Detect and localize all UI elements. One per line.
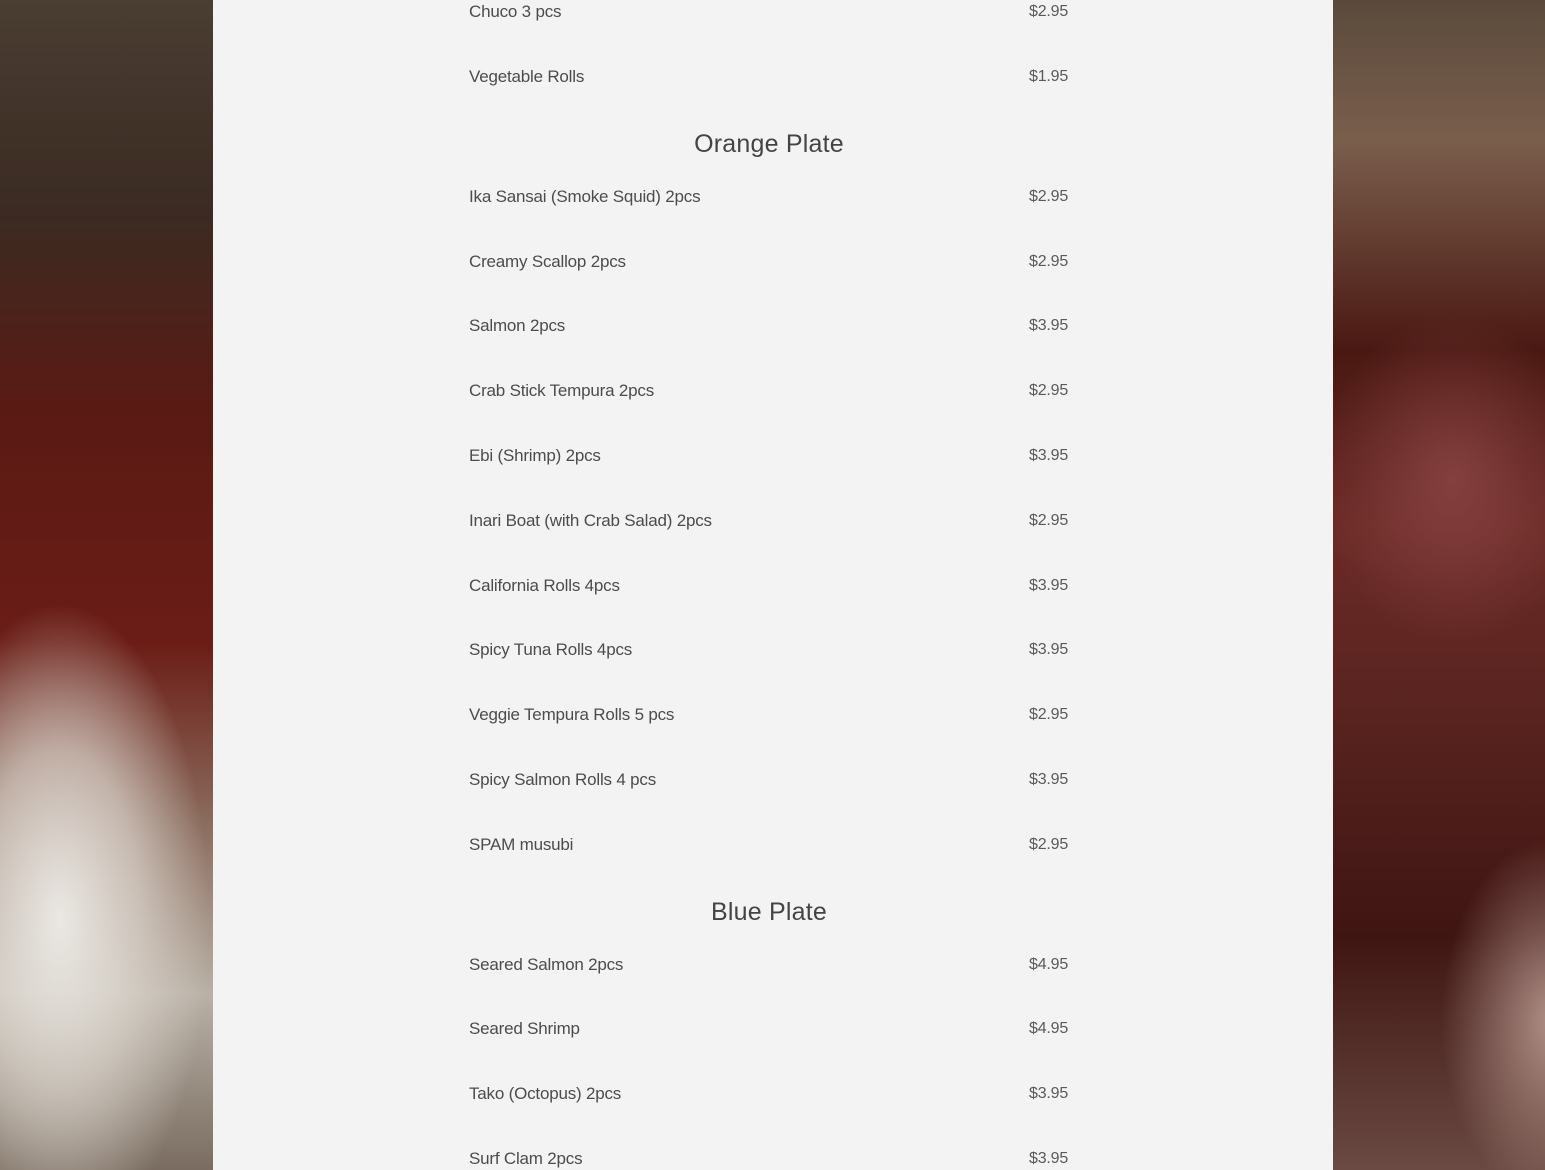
menu-item-name: Creamy Scallop 2pcs (469, 252, 626, 271)
menu-item-price: $3.95 (1029, 1085, 1069, 1102)
menu-item: Inari Boat (with Crab Salad) 2pcs $2.95 (469, 509, 1069, 533)
menu-item-price: $3.95 (1029, 1150, 1069, 1167)
menu-item-price: $4.95 (1029, 956, 1069, 973)
menu-item-name: Vegetable Rolls (469, 67, 585, 86)
menu-item: Veggie Tempura Rolls 5 pcs $2.95 (469, 703, 1069, 727)
menu-item-price: $3.95 (1029, 577, 1069, 594)
menu-item-price: $3.95 (1029, 641, 1069, 658)
menu-item-name: Crab Stick Tempura 2pcs (469, 381, 654, 400)
menu-item: Crab Stick Tempura 2pcs $2.95 (469, 379, 1069, 403)
section-title-blue-plate: Blue Plate (711, 898, 827, 926)
menu-item-name: Seared Salmon 2pcs (469, 955, 624, 974)
menu-item-price: $3.95 (1029, 771, 1069, 788)
menu-item-price: $2.95 (1029, 3, 1069, 20)
menu-panel: Chuco 3 pcs $2.95 Vegetable Rolls $1.95 … (213, 0, 1333, 1170)
menu-item: SPAM musubi $2.95 (469, 833, 1069, 857)
section-title-orange-plate: Orange Plate (694, 130, 844, 158)
menu-item: Surf Clam 2pcs $3.95 (469, 1147, 1069, 1170)
menu-item-price: $2.95 (1029, 253, 1069, 270)
background-photo-right (1333, 0, 1545, 1170)
menu-item-price: $2.95 (1029, 512, 1069, 529)
menu-item-name: Veggie Tempura Rolls 5 pcs (469, 705, 675, 724)
menu-item-name: Surf Clam 2pcs (469, 1149, 583, 1168)
menu-item-price: $3.95 (1029, 317, 1069, 334)
menu-item-price: $2.95 (1029, 382, 1069, 399)
menu-item-price: $4.95 (1029, 1020, 1069, 1037)
menu-item: Ika Sansai (Smoke Squid) 2pcs $2.95 (469, 185, 1069, 209)
menu-item-price: $3.95 (1029, 447, 1069, 464)
menu-item-name: Chuco 3 pcs (469, 2, 562, 21)
background-photo-left (0, 0, 213, 1170)
menu-item: Chuco 3 pcs $2.95 (469, 0, 1069, 24)
menu-item-name: Tako (Octopus) 2pcs (469, 1084, 622, 1103)
menu-item: Ebi (Shrimp) 2pcs $3.95 (469, 444, 1069, 468)
menu-item-price: $2.95 (1029, 706, 1069, 723)
menu-item-name: Inari Boat (with Crab Salad) 2pcs (469, 511, 712, 530)
menu-item-name: Ebi (Shrimp) 2pcs (469, 446, 601, 465)
menu-item: Spicy Salmon Rolls 4 pcs $3.95 (469, 768, 1069, 792)
menu-item: Tako (Octopus) 2pcs $3.95 (469, 1082, 1069, 1106)
menu-item-name: Ika Sansai (Smoke Squid) 2pcs (469, 187, 701, 206)
menu-item: Seared Shrimp $4.95 (469, 1017, 1069, 1041)
menu-item: Salmon 2pcs $3.95 (469, 314, 1069, 338)
menu-item-name: Spicy Salmon Rolls 4 pcs (469, 770, 656, 789)
menu-item-name: Salmon 2pcs (469, 316, 566, 335)
menu-item-price: $2.95 (1029, 188, 1069, 205)
menu-item: Creamy Scallop 2pcs $2.95 (469, 250, 1069, 274)
menu-item-name: California Rolls 4pcs (469, 576, 620, 595)
menu-item: California Rolls 4pcs $3.95 (469, 574, 1069, 598)
menu-item-name: Spicy Tuna Rolls 4pcs (469, 640, 633, 659)
menu-item-name: Seared Shrimp (469, 1019, 580, 1038)
menu-item-price: $2.95 (1029, 836, 1069, 853)
menu-item: Seared Salmon 2pcs $4.95 (469, 953, 1069, 977)
menu-item: Spicy Tuna Rolls 4pcs $3.95 (469, 638, 1069, 662)
menu-item: Vegetable Rolls $1.95 (469, 65, 1069, 89)
menu-item-price: $1.95 (1029, 68, 1069, 85)
menu-item-name: SPAM musubi (469, 835, 574, 854)
